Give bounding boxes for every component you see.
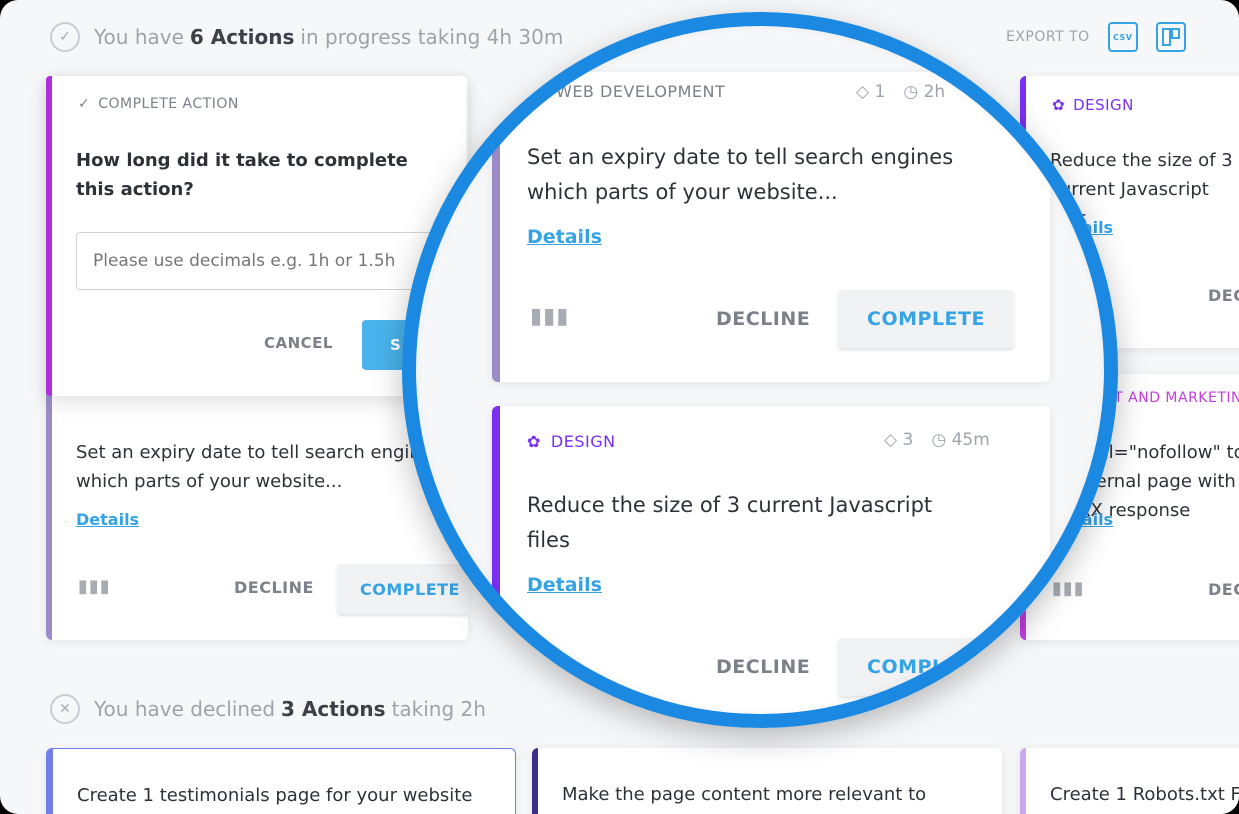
diamond-icon: ◇	[856, 82, 870, 102]
decline-button[interactable]: DECLINE	[234, 578, 314, 597]
export-board-button[interactable]	[1155, 22, 1186, 52]
action-card-design: ✿ DESIGN ◇ 3 ◷ 45m Reduce the size of 3 …	[492, 406, 1050, 726]
category-label: DESIGN	[550, 432, 616, 451]
declined-count: 3 Actions	[281, 697, 386, 721]
declined-card[interactable]: Create 1 Robots.txt File	[1020, 748, 1239, 814]
card-bar	[47, 749, 53, 814]
export-csv-button[interactable]: CSV	[1107, 22, 1138, 52]
details-link[interactable]: Details	[527, 574, 602, 596]
clock-icon: ◷	[903, 82, 919, 102]
palette-icon: ✿	[527, 432, 541, 451]
app-frame: ✓ You have 6 Actions in progress taking …	[0, 0, 1239, 814]
drag-handle-icon[interactable]: ▮▮▮	[78, 576, 111, 597]
points-value: 3	[902, 430, 914, 450]
card-title: Set an expiry date to tell search engine…	[76, 442, 442, 492]
clock-icon: ◷	[931, 430, 947, 450]
progress-suffix: in progress taking 4h 30m	[300, 25, 564, 49]
card-bar	[492, 406, 500, 726]
card-title: Make the page content more relevant to	[562, 784, 927, 805]
decline-button[interactable]: DECLINE	[716, 308, 810, 330]
decline-button[interactable]: DECLINE	[1208, 580, 1239, 599]
card-bar	[1020, 748, 1026, 814]
popup-heading: ✓ COMPLETE ACTION	[78, 96, 239, 112]
declined-card[interactable]: Make the page content more relevant to	[532, 748, 1002, 814]
details-link[interactable]: Details	[527, 226, 602, 248]
decline-button[interactable]: DECLINE	[716, 656, 810, 678]
category-label: WEB DEVELOPMENT	[556, 82, 726, 101]
declined-card[interactable]: Create 1 testimonials page for your webs…	[46, 748, 516, 814]
card-title: Create 1 testimonials page for your webs…	[77, 785, 473, 806]
check-icon: ✓	[78, 96, 91, 112]
popup-bar	[46, 76, 52, 396]
export-bar: EXPORT TO CSV	[1006, 22, 1186, 52]
card-badges: ◇ 3 ◷ 45m	[884, 430, 990, 450]
check-circle-icon: ✓	[50, 22, 80, 52]
card-title: Reduce the size of 3 current Javascript …	[527, 493, 933, 552]
export-label: EXPORT TO	[1006, 29, 1090, 45]
csv-icon: CSV	[1112, 32, 1133, 42]
category-label: DESIGN	[1073, 96, 1134, 114]
points-value: 1	[874, 82, 886, 102]
decline-button[interactable]: DECLINE	[1208, 286, 1239, 305]
declined-header: ✕ You have declined 3 Actions taking 2h	[50, 694, 486, 724]
declined-prefix: You have declined	[94, 697, 276, 721]
card-title: Set an expiry date to tell search engine…	[527, 145, 954, 204]
details-link[interactable]: Details	[76, 510, 139, 529]
action-card-webdev: WEB DEVELOPMENT ◇ 1 ◷ 2h Set an expiry d…	[492, 72, 1050, 382]
time-value: 2h	[923, 82, 946, 102]
time-value: 45m	[951, 430, 990, 450]
points-badge: ◇ 3	[884, 430, 913, 450]
time-badge: ◷ 45m	[931, 430, 989, 450]
diamond-icon: ◇	[884, 430, 898, 450]
duration-input[interactable]	[76, 232, 434, 290]
card-category: ✿ DESIGN	[527, 432, 616, 451]
declined-suffix: taking 2h	[391, 697, 486, 721]
card-category: ✿ DESIGN	[1052, 96, 1134, 114]
progress-header: ✓ You have 6 Actions in progress taking …	[50, 22, 563, 52]
card-bar	[492, 72, 500, 382]
points-badge: ◇ 1	[856, 82, 885, 102]
cancel-button[interactable]: CANCEL	[264, 334, 333, 352]
drag-handle-icon[interactable]: ▮▮▮	[1052, 578, 1085, 599]
complete-button[interactable]: COMPLETE	[838, 290, 1014, 348]
drag-handle-icon[interactable]: ▮▮▮	[530, 304, 569, 329]
progress-count: 6 Actions	[189, 25, 295, 49]
card-title: Create 1 Robots.txt File	[1050, 784, 1239, 805]
magnifier-lens: WEB DEVELOPMENT ◇ 1 ◷ 2h Set an expiry d…	[402, 12, 1118, 728]
time-badge: ◷ 2h	[903, 82, 945, 102]
popup-question: How long did it take to complete this ac…	[76, 150, 408, 200]
card-badges: ◇ 1 ◷ 2h	[856, 82, 945, 102]
card-bar	[532, 748, 538, 814]
popup-heading-label: COMPLETE ACTION	[98, 96, 239, 112]
x-circle-icon: ✕	[50, 694, 80, 724]
progress-prefix: You have	[94, 25, 184, 49]
complete-button[interactable]: COMPLETE	[337, 564, 468, 614]
board-icon	[1161, 28, 1180, 46]
complete-button[interactable]: COMPLETE	[838, 638, 1014, 696]
palette-icon: ✿	[1052, 96, 1066, 114]
